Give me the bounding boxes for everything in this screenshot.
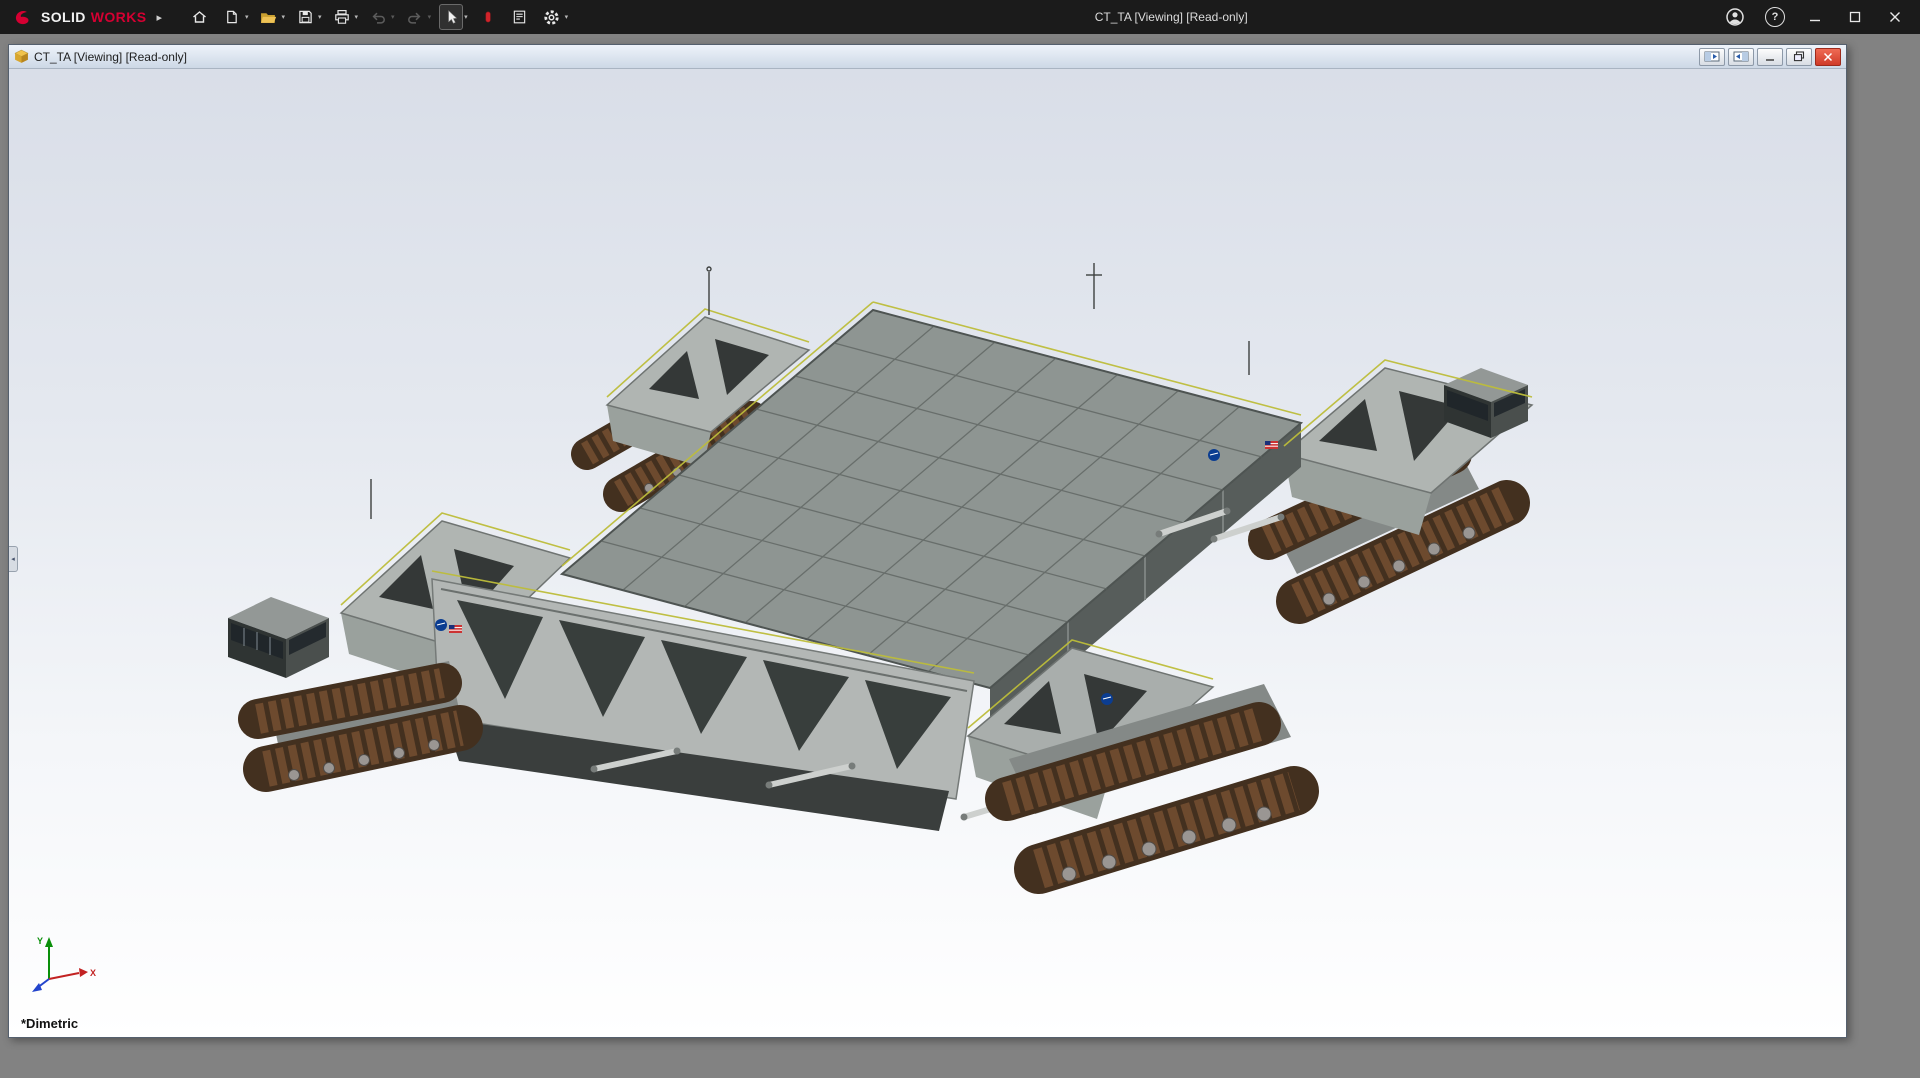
orientation-triad: Y X: [32, 936, 96, 992]
home-icon: [193, 11, 207, 23]
app-document-title: CT_TA [Viewing] [Read-only]: [1094, 10, 1248, 24]
open-document-button[interactable]: [257, 4, 281, 30]
titlebar-right-controls: ?: [1718, 2, 1920, 32]
close-icon: [1890, 12, 1900, 22]
settings-button[interactable]: [540, 4, 564, 30]
document-title: CT_TA [Viewing] [Read-only]: [34, 49, 187, 64]
undo-icon: [372, 12, 385, 24]
document-titlebar[interactable]: CT_TA [Viewing] [Read-only]: [9, 45, 1846, 69]
collapse-arrow-icon: ◂: [11, 556, 15, 563]
assembly-document-icon: [14, 49, 29, 63]
quick-access-toolbar: ▾ ▾ ▾ ▾ ▾ ▾ ▾ ▾: [186, 4, 570, 30]
close-app-button[interactable]: [1878, 2, 1912, 32]
account-button[interactable]: [1718, 2, 1752, 32]
select-tool-button[interactable]: [439, 4, 464, 30]
pane-right-button[interactable]: [1728, 47, 1754, 66]
select-cursor-icon: [447, 10, 457, 24]
help-icon: ?: [1765, 7, 1785, 27]
redo-icon: [407, 12, 421, 24]
redo-button[interactable]: [403, 4, 427, 30]
minimize-icon: [1766, 58, 1774, 61]
account-icon: [1726, 8, 1744, 26]
cab-left: [228, 597, 329, 678]
document-window-controls: [1699, 47, 1841, 66]
settings-gear-icon: [544, 9, 559, 25]
toolbar-flyout-arrow-icon[interactable]: ▸: [156, 11, 162, 24]
home-button[interactable]: [188, 4, 212, 30]
solidworks-logo: SOLID WORKS: [0, 8, 146, 26]
pane-left-button[interactable]: [1699, 47, 1725, 66]
close-icon: [1823, 52, 1833, 61]
minimize-button[interactable]: [1798, 2, 1832, 32]
brand-solid: SOLID: [41, 9, 86, 25]
redo-dropdown[interactable]: ▾: [428, 14, 432, 21]
help-glyph: ?: [1771, 11, 1779, 23]
undo-dropdown[interactable]: ▾: [391, 14, 395, 21]
save-icon: [298, 10, 312, 24]
view-orientation-label: *Dimetric: [21, 1016, 79, 1031]
viewport-3d[interactable]: ◂ Y X *Dimetric: [9, 69, 1846, 1037]
brand-works: WORKS: [90, 9, 147, 25]
new-document-icon: [227, 10, 238, 24]
triad-x-label: X: [90, 968, 96, 978]
doc-restore-button[interactable]: [1786, 47, 1812, 66]
feature-panel-collapsed-tab[interactable]: ◂: [9, 546, 18, 572]
mdi-area: CT_TA [Viewing] [Read-only] ◂ Y X *Dimet…: [0, 34, 1920, 1078]
select-tool-dropdown[interactable]: ▾: [464, 14, 468, 21]
maximize-icon: [1849, 11, 1861, 23]
document-window: CT_TA [Viewing] [Read-only] ◂ Y X *Dimet…: [8, 44, 1847, 1038]
property-tab-button[interactable]: [508, 4, 532, 30]
property-tab-icon: [513, 10, 526, 24]
open-document-icon: [261, 12, 277, 23]
print-icon: [334, 10, 349, 24]
minimize-icon: [1810, 19, 1820, 22]
restore-icon: [1793, 51, 1805, 62]
settings-dropdown[interactable]: ▾: [565, 14, 569, 21]
model-crawler-transporter: [228, 263, 1534, 894]
pane-right-icon: [1733, 51, 1749, 62]
new-document-button[interactable]: [220, 4, 244, 30]
pane-left-icon: [1704, 51, 1720, 62]
track-pair-front-left: [238, 661, 483, 792]
maximize-button[interactable]: [1838, 2, 1872, 32]
open-document-dropdown[interactable]: ▾: [282, 14, 286, 21]
help-button[interactable]: ?: [1758, 2, 1792, 32]
record-button[interactable]: [476, 4, 500, 30]
doc-close-button[interactable]: [1815, 47, 1841, 66]
doc-minimize-button[interactable]: [1757, 47, 1783, 66]
app-titlebar: SOLID WORKS ▸ ▾ ▾ ▾ ▾ ▾ ▾ ▾ ▾ CT_TA [Vie…: [0, 0, 1920, 34]
dassault-3ds-logo-icon: [15, 10, 29, 25]
triad-y-label: Y: [37, 936, 43, 946]
save-button[interactable]: [293, 4, 317, 30]
save-dropdown[interactable]: ▾: [318, 14, 322, 21]
record-icon: [485, 11, 491, 23]
print-dropdown[interactable]: ▾: [355, 14, 359, 21]
new-document-dropdown[interactable]: ▾: [245, 14, 249, 21]
undo-button[interactable]: [366, 4, 390, 30]
print-button[interactable]: [330, 4, 354, 30]
